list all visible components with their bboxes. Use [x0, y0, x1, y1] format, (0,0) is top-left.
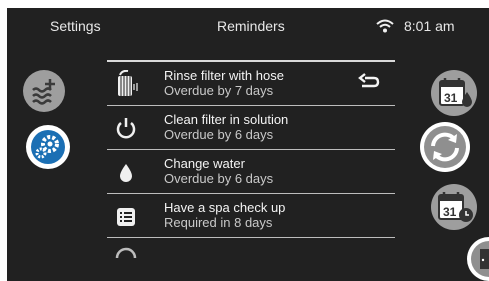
reminder-list: Rinse filter with hose Overdue by 7 days…	[107, 60, 395, 258]
settings-gear-button[interactable]	[26, 125, 70, 169]
reminder-status: Overdue by 6 days	[164, 127, 274, 142]
reminder-status: Overdue by 6 days	[164, 171, 274, 186]
settings-link[interactable]: Settings	[50, 18, 101, 34]
partial-icon	[115, 247, 137, 258]
reminder-row[interactable]: Change water Overdue by 6 days	[107, 149, 395, 193]
page-title: Reminders	[217, 18, 285, 34]
calendar-day: 31	[443, 205, 457, 219]
gears-icon	[31, 130, 65, 164]
calendar-clock-icon: 31	[438, 192, 473, 222]
wifi-icon	[376, 19, 394, 33]
water-waves-plus-icon	[32, 79, 55, 105]
reminder-row[interactable]: Rinse filter with hose Overdue by 7 days	[107, 60, 395, 105]
reminder-row[interactable]: Clean filter in solution Overdue by 6 da…	[107, 105, 395, 149]
filter-hose-icon	[118, 70, 138, 96]
reminder-status: Required in 8 days	[164, 215, 273, 230]
door-exit-icon	[471, 241, 489, 277]
clock: 8:01 am	[404, 18, 455, 34]
calendar-water-button[interactable]: 31	[431, 70, 477, 116]
sync-button[interactable]	[420, 122, 470, 172]
reminder-title: Clean filter in solution	[164, 112, 289, 127]
reminder-title: Have a spa check up	[164, 200, 286, 215]
power-icon	[116, 118, 136, 139]
top-bar: Settings Reminders 8:01 am	[7, 8, 489, 46]
water-care-button[interactable]	[23, 70, 65, 112]
reminder-row-partial[interactable]	[107, 237, 395, 258]
water-drop-icon	[120, 164, 132, 182]
exit-button[interactable]	[467, 237, 489, 281]
reminder-title: Change water	[164, 156, 245, 171]
checklist-icon	[117, 208, 135, 226]
calendar-drop-icon: 31	[439, 78, 472, 107]
calendar-day: 31	[444, 91, 458, 105]
return-arrow-icon[interactable]	[358, 73, 380, 91]
spa-screen: Settings Reminders 8:01 am Rinse filter …	[7, 8, 489, 281]
reminder-row[interactable]: Have a spa check up Required in 8 days	[107, 193, 395, 237]
calendar-schedule-button[interactable]: 31	[431, 184, 477, 230]
reminder-status: Overdue by 7 days	[164, 83, 274, 98]
reminder-title: Rinse filter with hose	[164, 68, 284, 83]
sync-arrows-icon	[424, 126, 466, 168]
